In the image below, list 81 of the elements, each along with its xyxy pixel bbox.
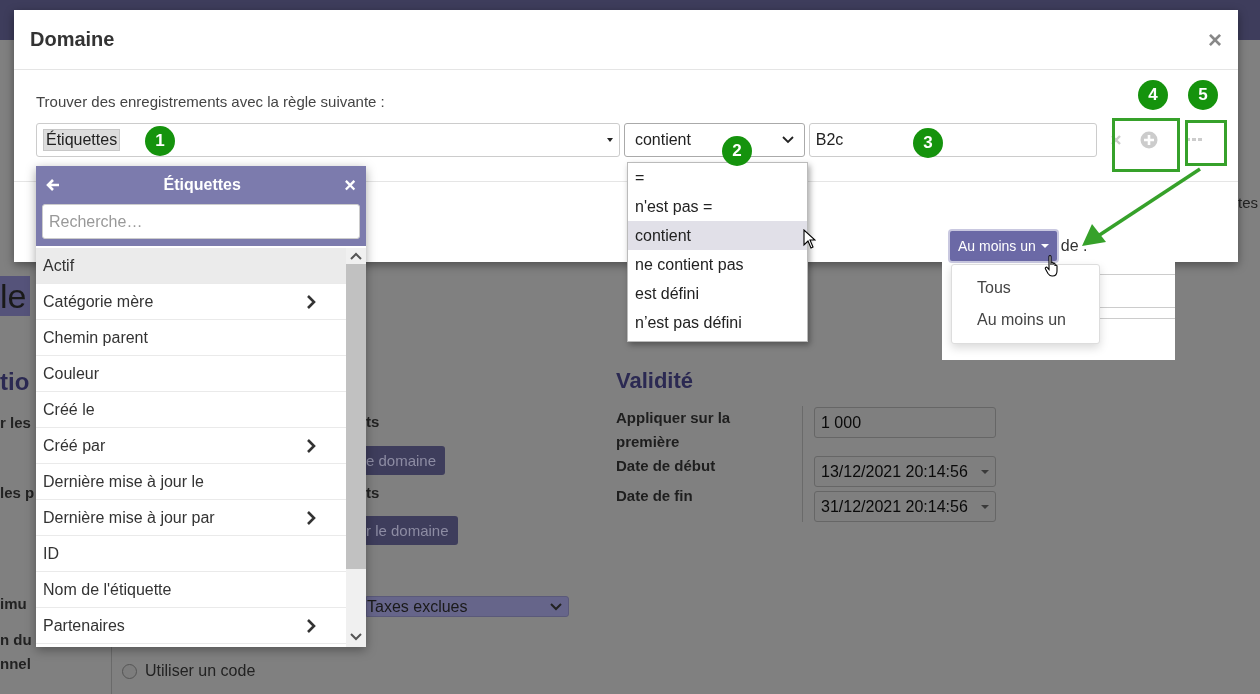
option-label: Dernière mise à jour le — [43, 472, 204, 491]
select-value: Taxes exclues — [367, 597, 468, 616]
chevron-right-icon — [306, 618, 316, 633]
rule-label: Trouver des enregistrements avec la règle suivante : — [36, 92, 385, 112]
option-label: Actif — [43, 256, 75, 275]
scrollbar[interactable] — [346, 248, 366, 647]
option-label: Catégorie mère — [43, 292, 154, 311]
option-label: Créé par — [43, 436, 106, 455]
field-label: ts — [366, 484, 380, 501]
more-icon[interactable] — [1186, 138, 1203, 142]
field-option[interactable]: Dernière mise à jour le — [36, 464, 346, 500]
scroll-down-icon[interactable] — [350, 633, 362, 641]
popover-title: Étiquettes — [163, 175, 241, 194]
date-field[interactable]: 13/12/2021 20:14:56 — [814, 456, 996, 487]
field-label: ts — [366, 413, 380, 430]
field-label: Date de début — [616, 456, 717, 476]
radio-label: Utiliser un code — [145, 662, 256, 680]
field-label: r les — [0, 414, 31, 431]
field-label: Date de fin — [616, 486, 694, 506]
date-field[interactable]: 31/12/2021 20:14:56 — [814, 491, 996, 522]
caret-icon — [606, 138, 613, 142]
caret-icon — [981, 504, 989, 509]
field-label: imu — [0, 595, 27, 612]
quantifier-button[interactable]: Au moins un — [950, 231, 1057, 261]
chevron-down-icon — [781, 136, 794, 144]
number-field[interactable]: 1 000 — [814, 407, 996, 438]
menu-item[interactable]: Au moins un — [952, 304, 1099, 336]
option-label: Dernière mise à jour par — [43, 508, 215, 527]
chevron-down-icon — [550, 602, 562, 611]
caret-icon — [1040, 244, 1049, 248]
field-option[interactable]: Créé le — [36, 392, 346, 428]
close-icon[interactable] — [1110, 135, 1121, 145]
field-label: nnel — [0, 655, 31, 672]
tab-text: tes — [1238, 194, 1258, 211]
operator-option[interactable]: n’est pas défini — [628, 308, 807, 337]
caret-icon — [981, 469, 989, 474]
record-title: le — [0, 276, 31, 316]
select-value: contient — [634, 131, 691, 149]
field-chip: Étiquettes — [43, 129, 121, 151]
field-option[interactable]: Couleur — [36, 356, 346, 392]
section-heading: tio — [0, 368, 30, 396]
option-label: ID — [43, 544, 59, 563]
radio-button[interactable] — [122, 663, 137, 679]
field-option[interactable]: Catégorie mère — [36, 284, 346, 320]
close-button[interactable]: × — [1208, 27, 1222, 52]
chevron-right-icon — [306, 438, 316, 453]
section-heading: Validité — [616, 368, 695, 394]
highlight-frame — [1185, 120, 1227, 166]
option-label: Couleur — [43, 364, 100, 383]
field-value: 13/12/2021 20:14:56 — [821, 462, 968, 481]
operator-option[interactable]: est défini — [628, 279, 807, 308]
field-value: 1 000 — [821, 413, 862, 432]
operator-option[interactable]: = — [628, 163, 807, 192]
field-value: 31/12/2021 20:14:56 — [821, 497, 968, 516]
field-option[interactable]: ID — [36, 536, 346, 572]
back-arrow-icon[interactable] — [46, 177, 60, 192]
option-label: Créé le — [43, 400, 95, 419]
option-label: Partenaires — [43, 616, 125, 635]
search-field[interactable]: Recherche… — [42, 204, 360, 239]
field-option[interactable]: Nom de l'étiquette — [36, 572, 346, 608]
option-label: Chemin parent — [43, 328, 148, 347]
option-label: Nom de l'étiquette — [43, 580, 172, 599]
field-label: les p — [0, 484, 35, 501]
highlight-frame — [1112, 118, 1180, 172]
menu-item[interactable]: Tous — [952, 272, 1099, 304]
field-label: Appliquer sur la première — [616, 408, 732, 452]
field-option[interactable]: Actif — [36, 248, 346, 284]
scroll-up-icon[interactable] — [350, 252, 362, 260]
chevron-right-icon — [306, 294, 316, 309]
close-button[interactable]: × — [344, 174, 356, 195]
field-label: n du — [0, 631, 32, 648]
scrollbar-thumb[interactable] — [346, 264, 366, 569]
operator-option[interactable]: contient — [628, 221, 807, 250]
field-option[interactable]: Chemin parent — [36, 320, 346, 356]
operator-option[interactable]: n'est pas = — [628, 192, 807, 221]
operator-option[interactable]: ne contient pas — [628, 250, 807, 279]
modal-title: Domaine — [30, 28, 115, 51]
field-option[interactable]: Créé par — [36, 428, 346, 464]
field-option[interactable]: Partenaires — [36, 608, 346, 644]
field-option[interactable]: Dernière mise à jour par — [36, 500, 346, 536]
chevron-right-icon — [306, 510, 316, 525]
